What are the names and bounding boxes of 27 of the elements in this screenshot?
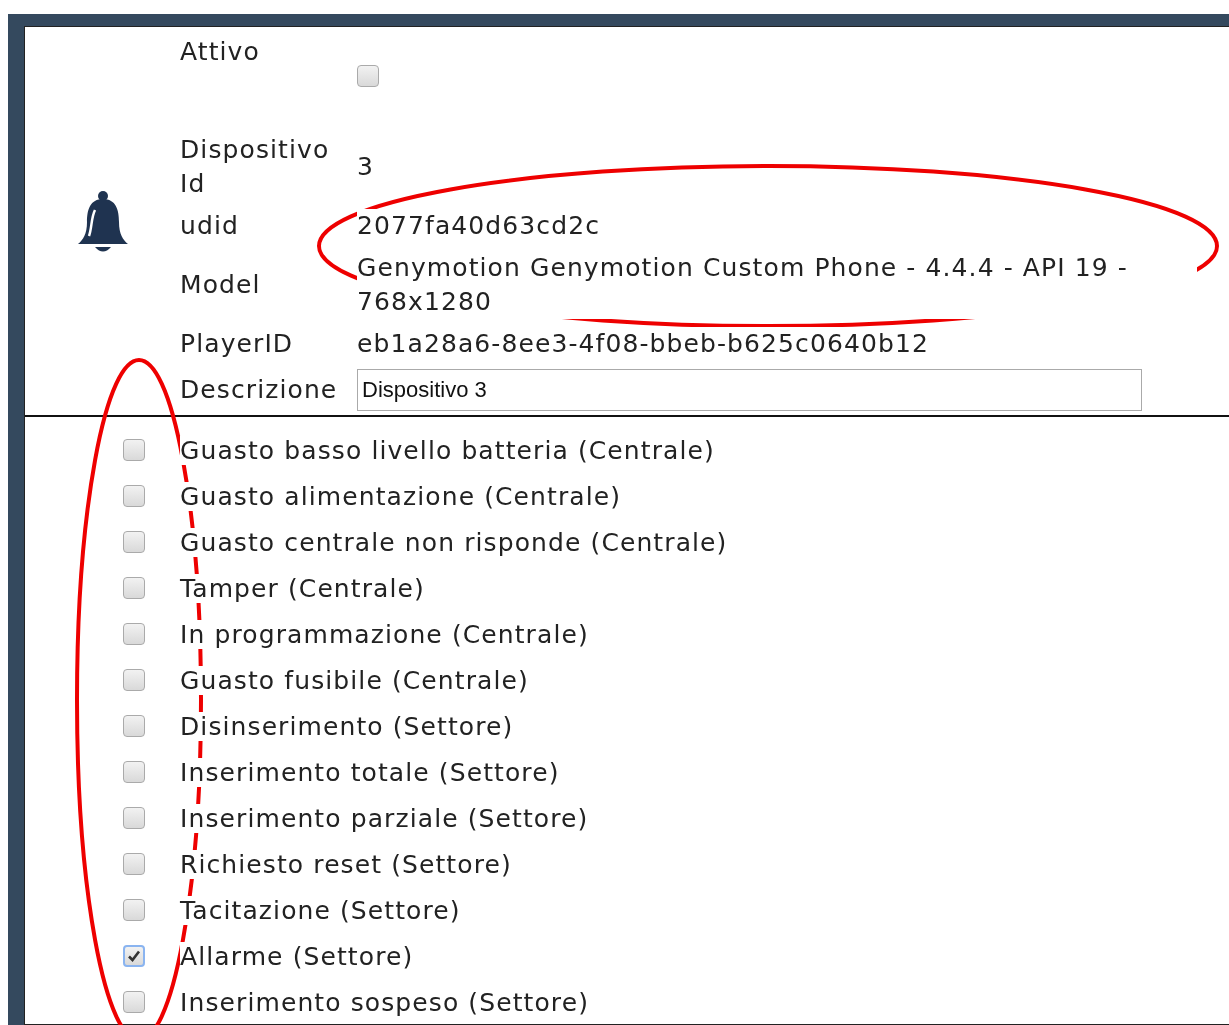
checkbox[interactable] <box>123 669 145 691</box>
option-label: In programmazione (Centrale) <box>180 619 589 649</box>
option-label: Inserimento parziale (Settore) <box>180 803 589 833</box>
checkbox[interactable] <box>123 991 145 1013</box>
checkbox[interactable] <box>123 623 145 645</box>
checkmark-icon <box>126 948 142 964</box>
checkbox[interactable] <box>123 853 145 875</box>
checkbox[interactable] <box>357 65 379 87</box>
option-label: Tamper (Centrale) <box>180 573 425 603</box>
option-label: Tacitazione (Settore) <box>180 895 461 925</box>
checkbox[interactable] <box>123 439 145 461</box>
description-field[interactable]: Dispositivo 3 <box>357 369 1142 411</box>
option-label: Allarme (Settore) <box>180 941 414 971</box>
option-label: Guasto basso livello batteria (Centrale) <box>180 435 715 465</box>
checkbox[interactable] <box>123 485 145 507</box>
checkbox[interactable] <box>123 807 145 829</box>
checkbox[interactable] <box>123 531 145 553</box>
checkbox[interactable] <box>123 945 145 967</box>
option-label: Richiesto reset (Settore) <box>180 849 512 879</box>
checkbox[interactable] <box>123 715 145 737</box>
option-label: Guasto fusibile (Centrale) <box>180 665 529 695</box>
checkbox[interactable] <box>123 899 145 921</box>
option-label: Guasto centrale non risponde (Centrale) <box>180 527 728 557</box>
option-label: Disinserimento (Settore) <box>180 711 514 741</box>
checkbox[interactable] <box>123 761 145 783</box>
checkbox[interactable] <box>123 577 145 599</box>
option-label: Inserimento totale (Settore) <box>180 757 560 787</box>
